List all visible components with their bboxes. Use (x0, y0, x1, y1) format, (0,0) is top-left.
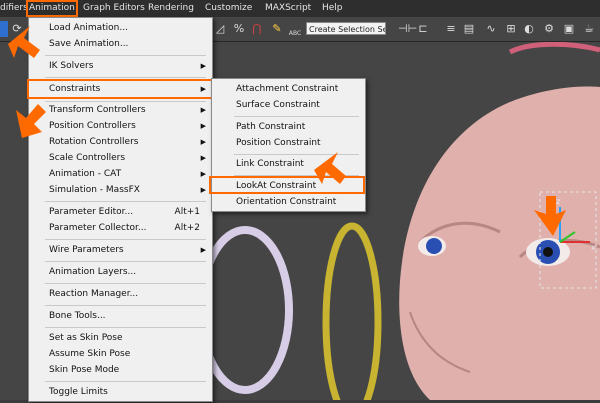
arrow-icon (534, 196, 566, 236)
arrow-icon (8, 26, 40, 58)
arrow-icon (16, 104, 46, 138)
arrow-icon (314, 152, 346, 184)
tutorial-arrows (8, 26, 566, 236)
